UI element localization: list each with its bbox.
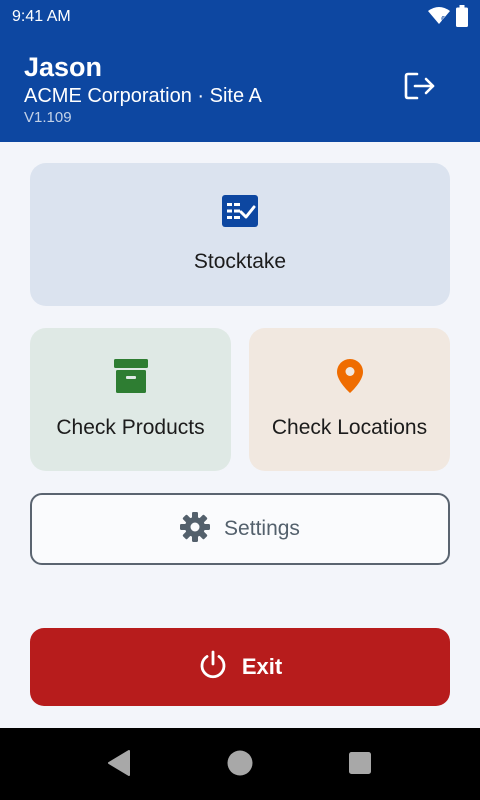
exit-label: Exit [241, 654, 283, 679]
app-header: Jason ACME Corporation · Site A V1.109 [0, 34, 480, 142]
status-bar: 9:41 AM 6 [0, 0, 480, 34]
logout-button[interactable] [398, 70, 442, 106]
exit-button[interactable]: Exit [30, 628, 450, 706]
user-name: Jason [24, 52, 103, 82]
checklist-icon [222, 195, 258, 232]
recents-button[interactable] [345, 750, 375, 780]
check-products-button[interactable]: Check Products [30, 328, 231, 471]
wifi-icon: 6 [428, 7, 450, 30]
stocktake-button[interactable]: Stocktake [30, 163, 450, 306]
power-icon [198, 650, 228, 685]
recents-icon [348, 751, 372, 780]
status-time: 9:41 AM [12, 8, 71, 25]
check-locations-label: Check Locations [271, 416, 428, 439]
app-version: V1.109 [24, 109, 72, 126]
stocktake-label: Stocktake [193, 250, 287, 273]
home-button[interactable] [225, 750, 255, 780]
status-icons: 6 [428, 5, 468, 32]
company-site: ACME Corporation · Site A [24, 85, 262, 107]
home-icon [227, 750, 253, 781]
check-products-label: Check Products [56, 416, 205, 439]
gear-icon [180, 511, 211, 547]
location-pin-icon [336, 359, 363, 398]
logout-icon [404, 72, 436, 105]
back-button[interactable] [104, 749, 134, 781]
settings-button[interactable]: Settings [30, 493, 450, 565]
system-navigation-bar [0, 728, 480, 800]
check-locations-button[interactable]: Check Locations [249, 328, 450, 471]
archive-box-icon [113, 359, 148, 398]
battery-icon [456, 5, 468, 32]
settings-label: Settings [224, 517, 300, 540]
svg-text:6: 6 [441, 15, 446, 23]
back-icon [107, 749, 131, 781]
